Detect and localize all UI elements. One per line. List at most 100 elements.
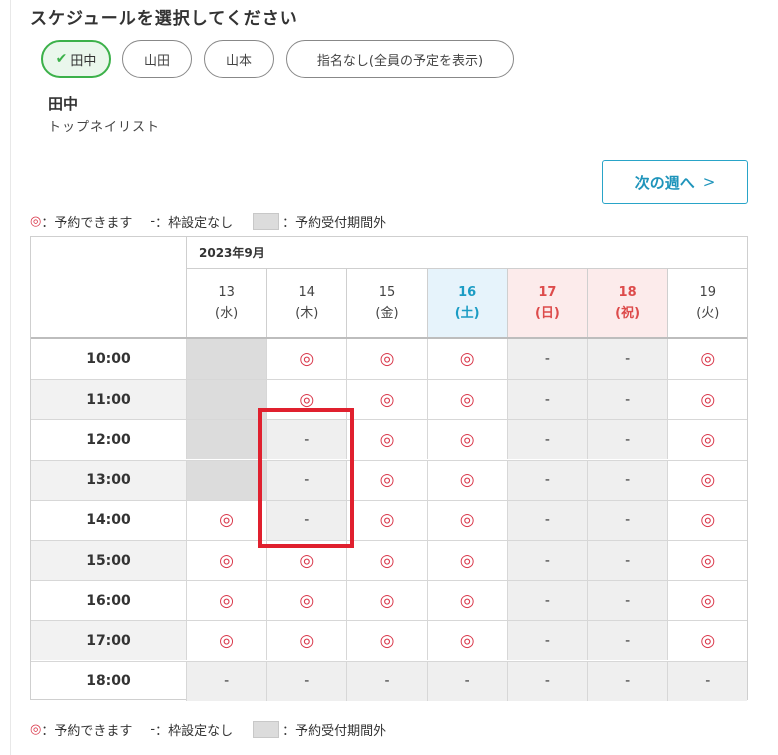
day-weekday: (祝) [615, 306, 641, 321]
staff-button-no-preference[interactable]: 指名なし(全員の予定を表示) [286, 40, 514, 78]
available-slot[interactable]: ◎ [346, 459, 427, 500]
available-slot[interactable]: ◎ [426, 620, 507, 661]
time-label: 15:00 [31, 540, 186, 580]
day-number: 16 [458, 285, 477, 300]
available-slot[interactable]: ◎ [426, 339, 507, 379]
out-of-period-slot [186, 339, 267, 379]
page-title: スケジュールを選択してください [30, 9, 298, 29]
table-header-corner [31, 237, 186, 337]
no-slot-cell: - [506, 580, 587, 621]
available-slot[interactable]: ◎ [266, 620, 347, 661]
available-slot[interactable]: ◎ [426, 419, 507, 460]
day-weekday: (日) [534, 306, 560, 321]
available-slot[interactable]: ◎ [667, 379, 748, 420]
available-symbol-icon: ◎ [30, 214, 42, 229]
available-slot[interactable]: ◎ [667, 540, 748, 580]
selected-staff-role: トップネイリスト [48, 120, 161, 135]
time-label: 10:00 [86, 351, 131, 367]
available-slot[interactable]: ◎ [667, 419, 748, 460]
no-slot-cell: - [266, 660, 347, 701]
day-number: 18 [618, 285, 637, 300]
no-slot-cell: - [186, 660, 267, 701]
no-slot-cell: - [506, 540, 587, 580]
available-slot[interactable]: ◎ [346, 339, 426, 379]
day-number: 13 [218, 285, 235, 300]
no-slot-cell: - [587, 499, 668, 540]
available-slot[interactable]: ◎ [346, 499, 427, 540]
no-slot-cell: - [587, 660, 668, 701]
day-header: 17 (日) [506, 269, 587, 337]
time-label: 17:00 [31, 620, 186, 661]
available-slot[interactable]: ◎ [186, 499, 267, 540]
no-slot-cell: - [506, 660, 587, 701]
out-of-period-slot [186, 459, 267, 500]
available-slot[interactable]: ◎ [667, 580, 748, 621]
legend-available-text: ：予約できます [41, 216, 133, 231]
staff-button-label: 指名なし(全員の予定を表示) [316, 53, 484, 69]
day-number: 19 [699, 285, 717, 300]
month-label: 2023年9月 [186, 237, 748, 269]
chevron-right-icon: > [702, 173, 716, 191]
available-slot[interactable]: ◎ [346, 580, 427, 621]
no-slot-cell: - [587, 339, 668, 379]
legend-out-of-period-text: ：予約受付期間外 [282, 724, 387, 739]
out-of-period-slot [186, 419, 267, 460]
available-slot[interactable]: ◎ [426, 459, 507, 500]
no-slot-cell: - [506, 459, 587, 500]
no-slot-cell: - [587, 580, 668, 621]
legend-no-slot-text: ：枠設定なし [155, 216, 234, 231]
day-weekday: (水) [215, 306, 239, 321]
time-label: 13:00 [31, 459, 186, 500]
day-weekday: (金) [375, 306, 399, 321]
out-of-period-swatch [253, 213, 280, 230]
available-slot[interactable]: ◎ [667, 499, 748, 540]
available-slot[interactable]: ◎ [346, 379, 427, 420]
staff-button-yamamoto[interactable]: 山本 [204, 40, 274, 78]
next-week-button[interactable]: 次の週へ > [602, 160, 748, 204]
legend-out-of-period-text: ：予約受付期間外 [282, 216, 387, 231]
available-slot[interactable]: ◎ [426, 540, 507, 580]
out-of-period-swatch [253, 721, 280, 738]
day-weekday: (火) [696, 306, 720, 321]
no-slot-cell: - [587, 459, 668, 500]
time-label: 18:00 [31, 660, 186, 701]
available-slot[interactable]: ◎ [346, 540, 427, 580]
highlight-box [258, 408, 354, 548]
available-slot[interactable]: ◎ [426, 499, 507, 540]
available-slot[interactable]: ◎ [186, 540, 267, 580]
no-slot-cell: - [426, 660, 507, 701]
no-slot-cell: - [506, 379, 587, 420]
available-slot[interactable]: ◎ [346, 419, 427, 460]
day-header: 13 (水) [186, 269, 266, 337]
available-slot[interactable]: ◎ [266, 339, 346, 379]
day-number: 17 [538, 285, 557, 300]
available-slot[interactable]: ◎ [186, 580, 267, 621]
time-label: 14:00 [31, 499, 186, 540]
available-slot[interactable]: ◎ [426, 580, 507, 621]
no-slot-cell: - [587, 620, 668, 661]
time-label: 11:00 [31, 379, 186, 420]
available-slot[interactable]: ◎ [186, 620, 267, 661]
available-slot[interactable]: ◎ [426, 379, 507, 420]
time-label: 16:00 [31, 580, 186, 620]
available-slot[interactable]: ◎ [346, 620, 427, 661]
staff-button-label: 田中 [70, 53, 97, 69]
day-header: 16 (土) [426, 269, 507, 337]
no-slot-cell: - [587, 379, 668, 420]
selected-staff-name: 田中 [48, 95, 79, 113]
staff-button-yamada[interactable]: 山田 [122, 40, 192, 78]
available-slot[interactable]: ◎ [667, 459, 748, 500]
available-slot[interactable]: ◎ [266, 580, 347, 621]
day-header: 14 (木) [266, 269, 346, 337]
day-number: 14 [298, 285, 316, 300]
no-slot-cell: - [506, 419, 587, 460]
legend-available-text: ：予約できます [41, 724, 133, 739]
available-slot[interactable]: ◎ [667, 620, 748, 661]
no-slot-cell: - [506, 339, 587, 379]
staff-button-label: 山本 [225, 53, 252, 69]
available-slot[interactable]: ◎ [667, 339, 747, 379]
no-slot-cell: - [506, 620, 587, 661]
next-week-label: 次の週へ [634, 173, 695, 192]
staff-button-tanaka[interactable]: ✔ 田中 [41, 40, 111, 78]
day-header: 15 (金) [346, 269, 426, 337]
